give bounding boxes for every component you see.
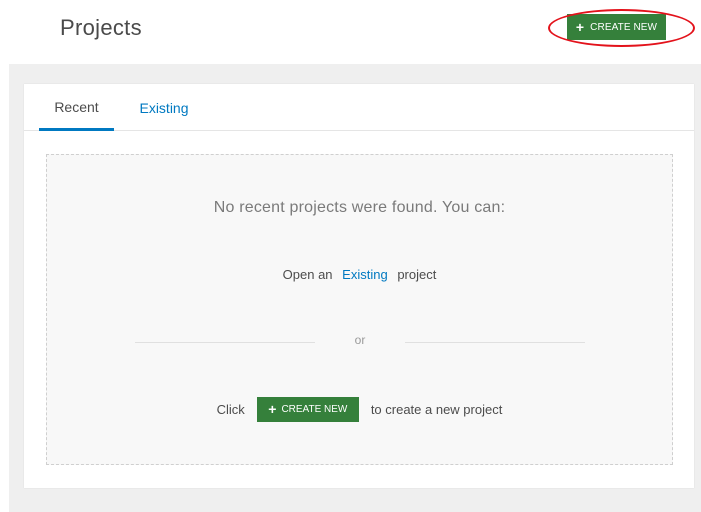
open-existing-line: Open an Existing project xyxy=(47,267,672,282)
click-prefix: Click xyxy=(216,401,245,417)
create-new-label: CREATE NEW xyxy=(590,21,658,33)
main-area: Recent Existing No recent projects were … xyxy=(9,64,701,512)
page-title: Projects xyxy=(60,15,142,40)
click-suffix: to create a new project xyxy=(370,401,503,417)
open-suffix: project xyxy=(397,267,437,282)
tab-bar: Recent Existing xyxy=(24,84,694,131)
create-new-button[interactable]: + CREATE NEW xyxy=(567,14,666,40)
tab-recent[interactable]: Recent xyxy=(39,84,114,131)
plus-icon: + xyxy=(575,19,585,35)
page-header: Projects + CREATE NEW xyxy=(0,0,701,64)
inline-create-new-button[interactable]: + CREATE NEW xyxy=(256,396,359,422)
projects-panel: Recent Existing No recent projects were … xyxy=(24,84,694,488)
open-prefix: Open an xyxy=(282,267,333,282)
divider-line-left xyxy=(135,342,315,343)
empty-state-box: No recent projects were found. You can: … xyxy=(46,154,673,465)
inline-create-new-label: CREATE NEW xyxy=(281,403,348,415)
plus-icon: + xyxy=(268,401,277,417)
create-new-line: Click + CREATE NEW to create a new proje… xyxy=(47,396,672,422)
empty-state-message: No recent projects were found. You can: xyxy=(213,199,506,216)
divider-line-right xyxy=(405,342,585,343)
or-text: or xyxy=(354,333,366,347)
or-divider: or xyxy=(135,333,585,353)
tab-existing[interactable]: Existing xyxy=(124,84,204,131)
existing-link[interactable]: Existing xyxy=(342,267,388,282)
